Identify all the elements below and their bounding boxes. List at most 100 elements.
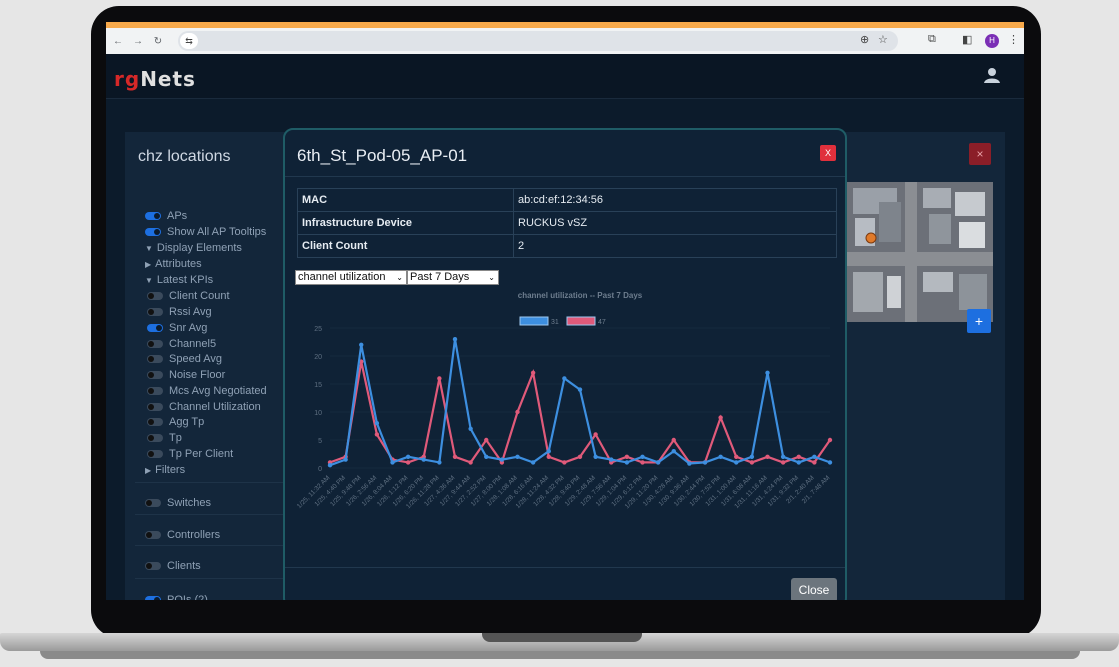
sidebar-item-label: POIs (2) — [167, 594, 208, 600]
back-icon[interactable]: ← — [110, 36, 126, 47]
sidebar-divider — [135, 578, 285, 579]
profile-avatar[interactable]: H — [985, 34, 999, 48]
table-row: Client Count 2 — [297, 234, 837, 258]
sidebar-item-label: Agg Tp — [169, 416, 205, 428]
site-settings-icon[interactable]: ⇆ — [180, 33, 198, 49]
screen: ← → ↻ ⇆ ⊕ ☆ ⧉ ◧ H ⋮ rgNets chz locations… — [106, 22, 1024, 600]
data-point — [609, 457, 614, 462]
table-value: 2 — [513, 234, 837, 258]
toggle-switch[interactable] — [147, 403, 163, 411]
sidebar-item[interactable]: Agg Tp — [147, 416, 204, 428]
sidebar-item-label: Display Elements — [156, 242, 242, 254]
caret-down-icon[interactable]: ▼ — [145, 244, 153, 253]
data-point — [452, 454, 458, 459]
toggle-switch[interactable] — [147, 434, 163, 442]
sidebar-item[interactable]: Tp Per Client — [147, 448, 233, 460]
sidebar-item[interactable]: Speed Avg — [147, 353, 222, 365]
y-tick-label: 10 — [314, 410, 322, 417]
reload-icon[interactable]: ↻ — [150, 36, 166, 47]
rgnets-logo[interactable]: rgNets — [114, 67, 196, 91]
sidebar-item[interactable]: Clients — [145, 560, 201, 572]
address-bar[interactable]: ⇆ — [178, 31, 898, 51]
toggle-switch[interactable] — [147, 355, 163, 363]
ap-details-modal: 6th_St_Pod-05_AP-01 X MAC ab:cd:ef:12:34… — [283, 128, 847, 600]
toggle-switch[interactable] — [145, 596, 161, 600]
toggle-switch[interactable] — [145, 212, 161, 220]
data-point — [827, 437, 833, 443]
map-view[interactable] — [847, 182, 993, 322]
sidebar-item[interactable]: ▼ Display Elements — [145, 242, 242, 254]
sidebar-divider — [135, 514, 285, 515]
map-zoom-in-button[interactable]: + — [967, 309, 991, 333]
toggle-switch[interactable] — [147, 292, 163, 300]
sidebar-item[interactable]: ▼ Latest KPIs — [145, 274, 213, 286]
data-point — [374, 432, 380, 437]
data-point — [390, 460, 395, 465]
table-value: ab:cd:ef:12:34:56 — [513, 188, 837, 212]
modal-close-x-button[interactable]: X — [820, 145, 836, 161]
sidebar-divider — [135, 545, 285, 546]
data-point — [577, 454, 583, 459]
sidebar-item[interactable]: Channel Utilization — [147, 401, 261, 413]
data-point — [671, 449, 676, 454]
sidebar-item-label: Rssi Avg — [169, 306, 212, 318]
range-select[interactable]: Past 7 Days ⌄ — [407, 270, 499, 285]
toggle-switch[interactable] — [147, 387, 163, 395]
data-point — [655, 460, 661, 465]
table-row: Infrastructure Device RUCKUS vSZ — [297, 211, 837, 235]
sidebar-item[interactable]: POIs (2) — [145, 594, 208, 600]
sidebar-item[interactable]: Snr Avg — [147, 322, 207, 334]
sidebar-item-label: Speed Avg — [169, 353, 223, 365]
data-point — [780, 454, 786, 459]
caret-down-icon[interactable]: ▼ — [145, 276, 153, 285]
sidebar-divider — [135, 482, 285, 483]
toggle-switch[interactable] — [147, 324, 163, 332]
sidebar-item[interactable]: Channel5 — [147, 338, 216, 350]
sidebar-item[interactable]: ▶ Attributes — [145, 258, 202, 270]
sidebar-item[interactable]: Client Count — [147, 290, 230, 302]
star-icon[interactable]: ☆ — [878, 33, 888, 46]
sidebar-item[interactable]: Rssi Avg — [147, 306, 212, 318]
sidebar-item-label: Noise Floor — [169, 369, 226, 381]
sidebar-item[interactable]: Mcs Avg Negotiated — [147, 385, 267, 397]
extensions-icon[interactable]: ⧉ — [928, 33, 936, 46]
metric-select[interactable]: channel utilization ⌄ — [295, 270, 407, 285]
sidebar-item[interactable]: Tp — [147, 432, 182, 444]
forward-icon[interactable]: → — [130, 36, 146, 47]
data-point — [734, 454, 739, 459]
sidebar-item[interactable]: Noise Floor — [147, 369, 225, 381]
sidebar-item-label: Channel5 — [169, 338, 217, 350]
zoom-icon[interactable]: ⊕ — [860, 33, 869, 46]
side-panel-icon[interactable]: ◧ — [962, 33, 972, 46]
chart-title: channel utilization -- Past 7 Days — [518, 291, 643, 300]
sidebar-item[interactable]: Controllers — [145, 529, 220, 541]
data-point — [546, 454, 551, 459]
sidebar-item[interactable]: Show All AP Tooltips — [145, 226, 266, 238]
toggle-switch[interactable] — [147, 418, 163, 426]
toggle-switch[interactable] — [145, 499, 161, 507]
ap-info-table: MAC ab:cd:ef:12:34:56 Infrastructure Dev… — [297, 188, 837, 258]
sidebar-item-label: Client Count — [169, 290, 230, 302]
menu-icon[interactable]: ⋮ — [1008, 33, 1019, 46]
user-icon[interactable] — [983, 66, 1001, 84]
toggle-switch[interactable] — [145, 531, 161, 539]
data-point — [437, 376, 442, 381]
data-point — [327, 463, 333, 468]
sidebar-item[interactable]: APs — [145, 210, 187, 222]
sidebar-item[interactable]: Switches — [145, 497, 211, 509]
toggle-switch[interactable] — [147, 340, 163, 348]
panel-close-button[interactable]: × — [969, 143, 991, 165]
toggle-switch[interactable] — [147, 308, 163, 316]
toggle-switch[interactable] — [145, 228, 161, 236]
data-point — [624, 460, 630, 465]
close-button[interactable]: Close — [791, 578, 837, 600]
sidebar-item[interactable]: ▶ Filters — [145, 464, 185, 476]
caret-right-icon[interactable]: ▶ — [145, 466, 151, 475]
caret-right-icon[interactable]: ▶ — [145, 260, 151, 269]
map-tiles — [847, 182, 993, 322]
toggle-switch[interactable] — [147, 450, 163, 458]
toggle-switch[interactable] — [145, 562, 161, 570]
toggle-switch[interactable] — [147, 371, 163, 379]
data-point — [405, 460, 411, 465]
y-tick-label: 25 — [314, 326, 322, 333]
